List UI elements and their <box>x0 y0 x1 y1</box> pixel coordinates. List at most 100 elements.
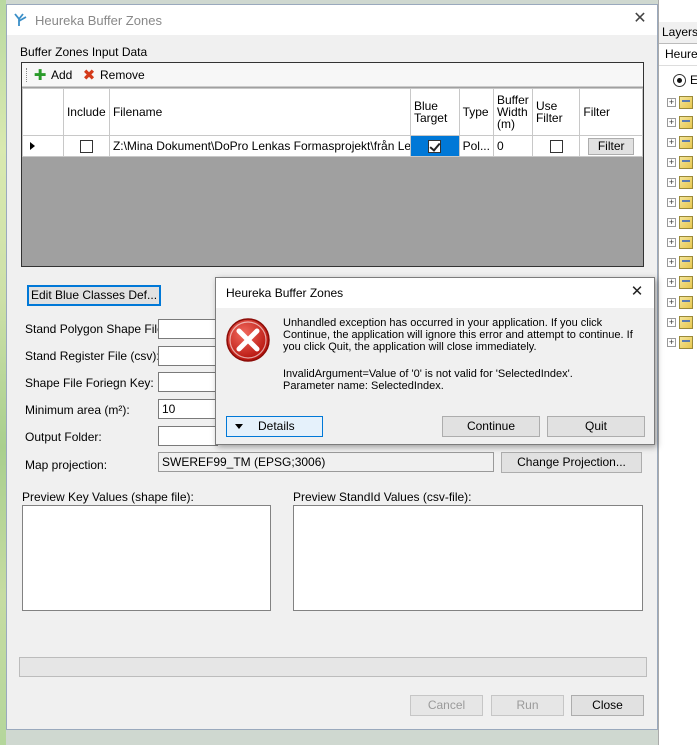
add-button[interactable]: ✚ Add <box>33 66 73 84</box>
expand-icon[interactable]: + <box>667 298 676 307</box>
stand-polygon-input[interactable] <box>158 319 218 339</box>
quit-button[interactable]: Quit <box>547 416 645 437</box>
layer-icon <box>679 216 693 229</box>
error-title: Heureka Buffer Zones <box>226 286 344 300</box>
chevron-down-icon <box>235 424 243 429</box>
details-button[interactable]: Details <box>226 416 323 437</box>
filter-cell: Filter <box>579 135 643 157</box>
tree-node[interactable]: + <box>667 216 697 230</box>
data-grid-table: Include Filename Blue Target Type Buffer… <box>22 88 643 157</box>
blue-target-cell[interactable] <box>409 135 460 157</box>
tree-node[interactable]: + <box>667 196 697 210</box>
tree-node[interactable]: + <box>667 276 697 290</box>
tree-node[interactable]: + <box>667 316 697 330</box>
expand-icon[interactable]: + <box>667 118 676 127</box>
layer-icon <box>679 276 693 289</box>
close-icon[interactable]: ✕ <box>631 10 649 28</box>
expand-icon[interactable]: + <box>667 258 676 267</box>
app-icon <box>14 13 27 26</box>
row-header-cell <box>22 88 64 136</box>
col-buffer-width[interactable]: Buffer Width (m) <box>492 88 533 136</box>
use-filter-checkbox[interactable] <box>549 140 563 154</box>
layer-icon <box>679 156 693 169</box>
layer-icon <box>679 176 693 189</box>
stand-register-input[interactable] <box>158 346 218 366</box>
error-detail: InvalidArgument=Value of '0' is not vali… <box>283 368 643 392</box>
tree-node[interactable]: + <box>667 116 697 130</box>
filename-cell[interactable]: Z:\Mina Dokument\DoPro Lenkas Formasproj… <box>108 135 411 157</box>
layers-panel: Layers Heureka E <box>658 0 697 745</box>
cancel-button[interactable]: Cancel <box>410 695 483 716</box>
map-projection-label: Map projection: <box>25 458 108 472</box>
layer-icon <box>679 256 693 269</box>
col-include[interactable]: Include <box>62 88 110 136</box>
expand-icon[interactable]: + <box>667 138 676 147</box>
current-row-arrow-icon <box>30 142 35 150</box>
layers-radio[interactable] <box>673 74 686 87</box>
include-cell[interactable] <box>62 135 110 157</box>
tree-node[interactable]: + <box>667 256 697 270</box>
col-filter[interactable]: Filter <box>579 88 643 136</box>
tree-node[interactable]: + <box>667 296 697 310</box>
tree-node[interactable]: + <box>667 156 697 170</box>
expand-icon[interactable]: + <box>667 278 676 287</box>
stand-register-label: Stand Register File (csv): <box>25 349 160 363</box>
tree-node[interactable]: + <box>667 236 697 250</box>
layer-icon <box>679 316 693 329</box>
error-detail-line: InvalidArgument=Value of '0' is not vali… <box>283 368 573 380</box>
grid-toolbar: ✚ Add ✖ Remove <box>22 63 643 87</box>
row-indicator[interactable] <box>22 135 64 157</box>
remove-button[interactable]: ✖ Remove <box>82 66 145 84</box>
table-row[interactable]: Z:\Mina Dokument\DoPro Lenkas Formasproj… <box>22 135 643 157</box>
edit-blue-classes-button[interactable]: Edit Blue Classes Def... <box>27 285 161 306</box>
filter-button[interactable]: Filter <box>588 137 635 155</box>
layer-icon <box>679 136 693 149</box>
expand-icon[interactable]: + <box>667 318 676 327</box>
continue-button[interactable]: Continue <box>442 416 540 437</box>
remove-label: Remove <box>100 68 145 82</box>
expand-icon[interactable]: + <box>667 238 676 247</box>
tree-node[interactable]: + <box>667 136 697 150</box>
layers-radio-label: E <box>690 73 697 87</box>
foreign-key-input[interactable] <box>158 372 218 392</box>
preview-standid-list[interactable] <box>293 505 643 611</box>
expand-icon[interactable]: + <box>667 198 676 207</box>
details-label: Details <box>258 419 295 433</box>
tree-node[interactable]: + <box>667 176 697 190</box>
expand-icon[interactable]: + <box>667 218 676 227</box>
buffer-width-cell[interactable]: 0 <box>492 135 533 157</box>
layer-icon <box>679 296 693 309</box>
tree-node[interactable]: + <box>667 336 697 350</box>
preview-key-label: Preview Key Values (shape file): <box>22 490 194 504</box>
error-icon <box>226 318 270 362</box>
output-folder-input[interactable] <box>158 426 218 446</box>
output-folder-label: Output Folder: <box>25 430 102 444</box>
use-filter-cell[interactable] <box>531 135 581 157</box>
preview-key-list[interactable] <box>22 505 271 611</box>
expand-icon[interactable]: + <box>667 158 676 167</box>
add-icon: ✚ <box>33 67 47 84</box>
col-blue-target[interactable]: Blue Target <box>409 88 460 136</box>
close-icon[interactable]: ✕ <box>628 283 646 301</box>
close-button[interactable]: Close <box>571 695 644 716</box>
remove-icon: ✖ <box>82 67 96 84</box>
expand-icon[interactable]: + <box>667 338 676 347</box>
input-data-grid: ✚ Add ✖ Remove Include Filename Blue Tar… <box>21 62 644 267</box>
tree-node[interactable]: + <box>667 96 697 110</box>
min-area-input[interactable]: 10 <box>158 399 218 419</box>
col-use-filter[interactable]: Use Filter <box>531 88 581 136</box>
layer-icon <box>679 96 693 109</box>
include-checkbox[interactable] <box>79 140 93 154</box>
col-filename[interactable]: Filename <box>108 88 411 136</box>
run-button[interactable]: Run <box>491 695 564 716</box>
layers-sub-header: Heureka <box>659 44 697 66</box>
layers-tab[interactable]: Layers <box>659 22 697 44</box>
error-detail-line: Parameter name: SelectedIndex. <box>283 380 444 392</box>
col-type[interactable]: Type <box>458 88 494 136</box>
expand-icon[interactable]: + <box>667 178 676 187</box>
min-area-label: Minimum area (m²): <box>25 403 130 417</box>
change-projection-button[interactable]: Change Projection... <box>501 452 642 473</box>
type-cell[interactable]: Pol... <box>458 135 494 157</box>
expand-icon[interactable]: + <box>667 98 676 107</box>
blue-target-checkbox[interactable] <box>428 140 442 154</box>
